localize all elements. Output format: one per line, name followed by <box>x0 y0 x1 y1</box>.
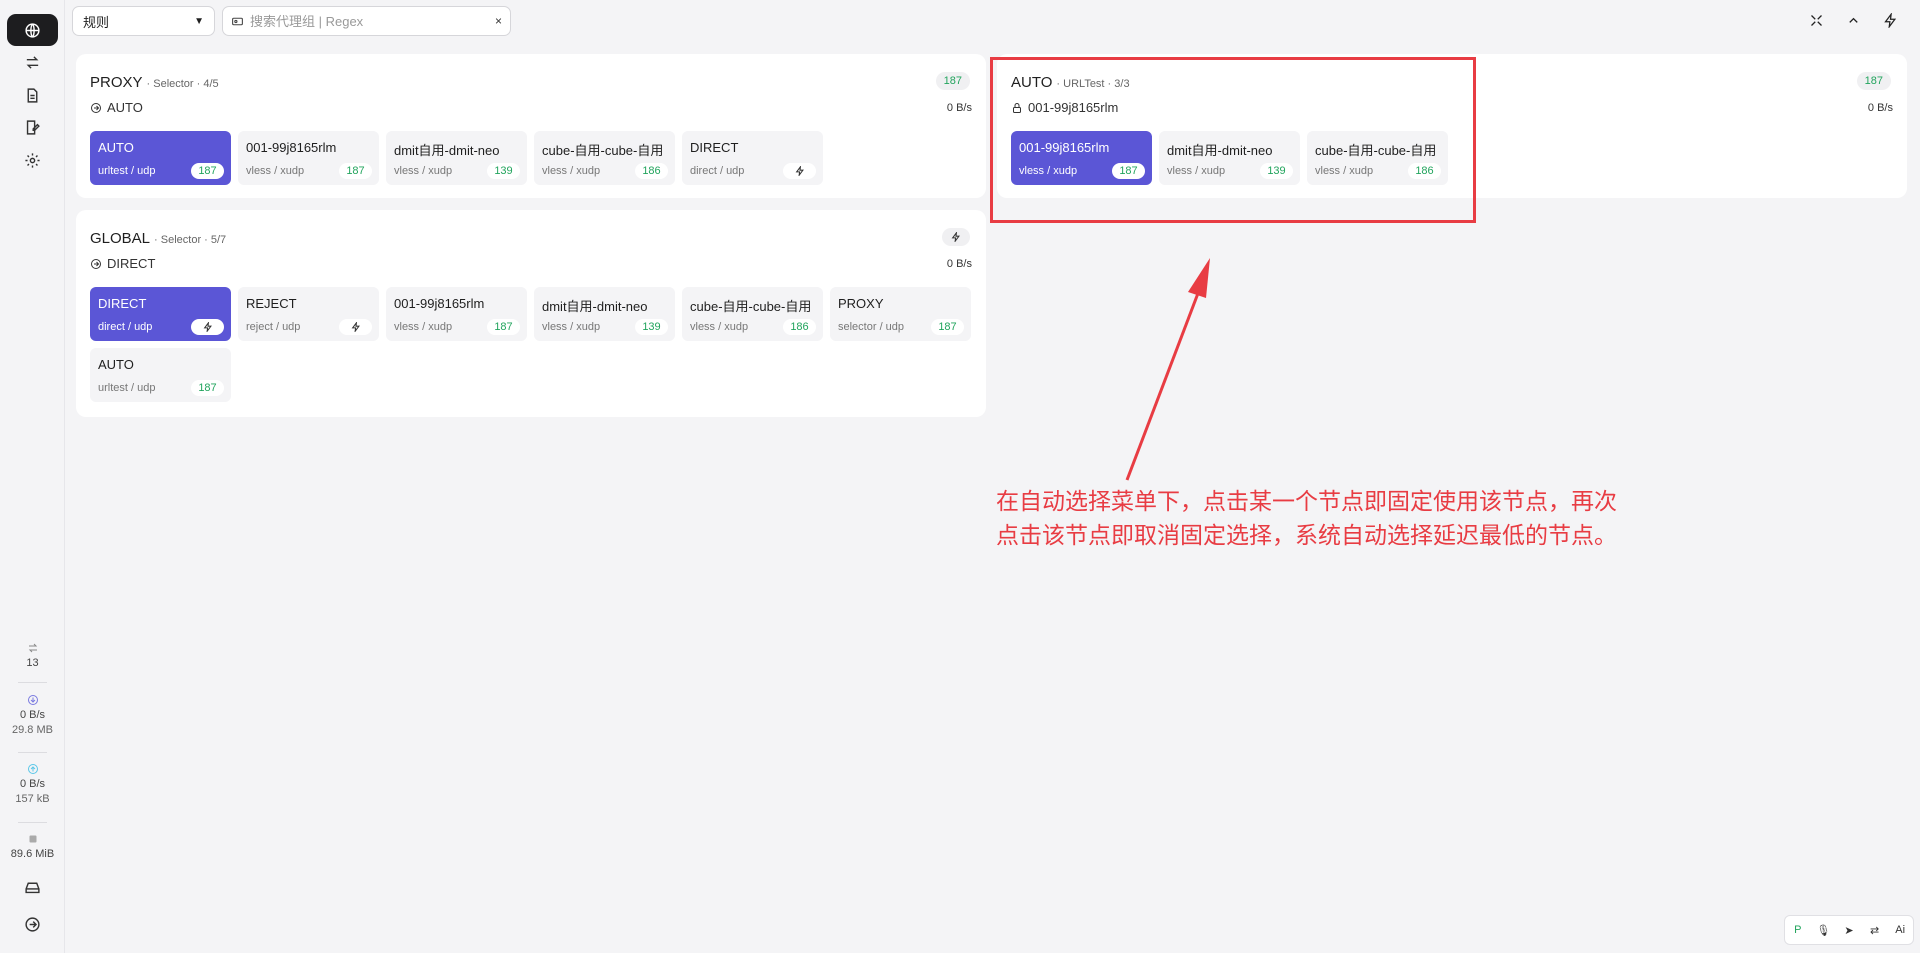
annotation-line: 点击该节点即取消固定选择，系统自动选择延迟最低的节点。 <box>996 522 1617 548</box>
annotation-line: 在自动选择菜单下，点击某一个节点即固定使用该节点，再次 <box>996 488 1617 514</box>
input-tray: P 🎙 ➤ ⇄ Ai <box>1784 915 1914 945</box>
translate-icon[interactable]: ⇄ <box>1868 924 1882 937</box>
send-icon[interactable]: ➤ <box>1842 924 1856 937</box>
pinyin-icon[interactable]: P <box>1791 924 1805 936</box>
microphone-icon[interactable]: 🎙 <box>1816 924 1830 937</box>
annotation-arrow <box>1125 258 1210 481</box>
annotation-text: 在自动选择菜单下，点击某一个节点即固定使用该节点，再次 点击该节点即取消固定选择… <box>996 484 1696 552</box>
ai-button[interactable]: Ai <box>1893 924 1907 936</box>
